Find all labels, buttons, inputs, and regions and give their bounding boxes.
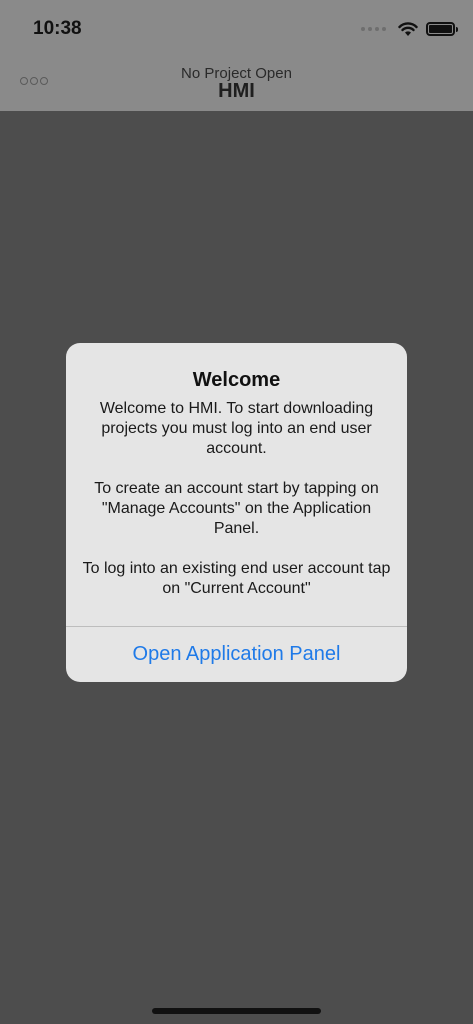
alert-paragraph: To create an account start by tapping on… [94, 480, 379, 537]
status-icons [361, 18, 458, 40]
alert-message: Welcome to HMI. To start downloading pro… [82, 399, 391, 619]
home-indicator[interactable] [152, 1008, 321, 1014]
nav-title: HMI [218, 80, 255, 102]
alert-paragraph: Welcome to HMI. To start downloading pro… [99, 400, 374, 457]
top-bar: 10:38 No Project Open HMI [0, 0, 473, 111]
welcome-alert: Welcome Welcome to HMI. To start downloa… [66, 343, 407, 682]
open-application-panel-button[interactable]: Open Application Panel [66, 627, 407, 682]
wifi-icon [398, 21, 418, 36]
alert-title: Welcome [192, 369, 281, 391]
alert-paragraph: To log into an existing end user account… [82, 560, 391, 597]
battery-icon [426, 22, 458, 36]
cellular-signal-icon [361, 27, 386, 31]
status-time: 10:38 [33, 18, 82, 39]
